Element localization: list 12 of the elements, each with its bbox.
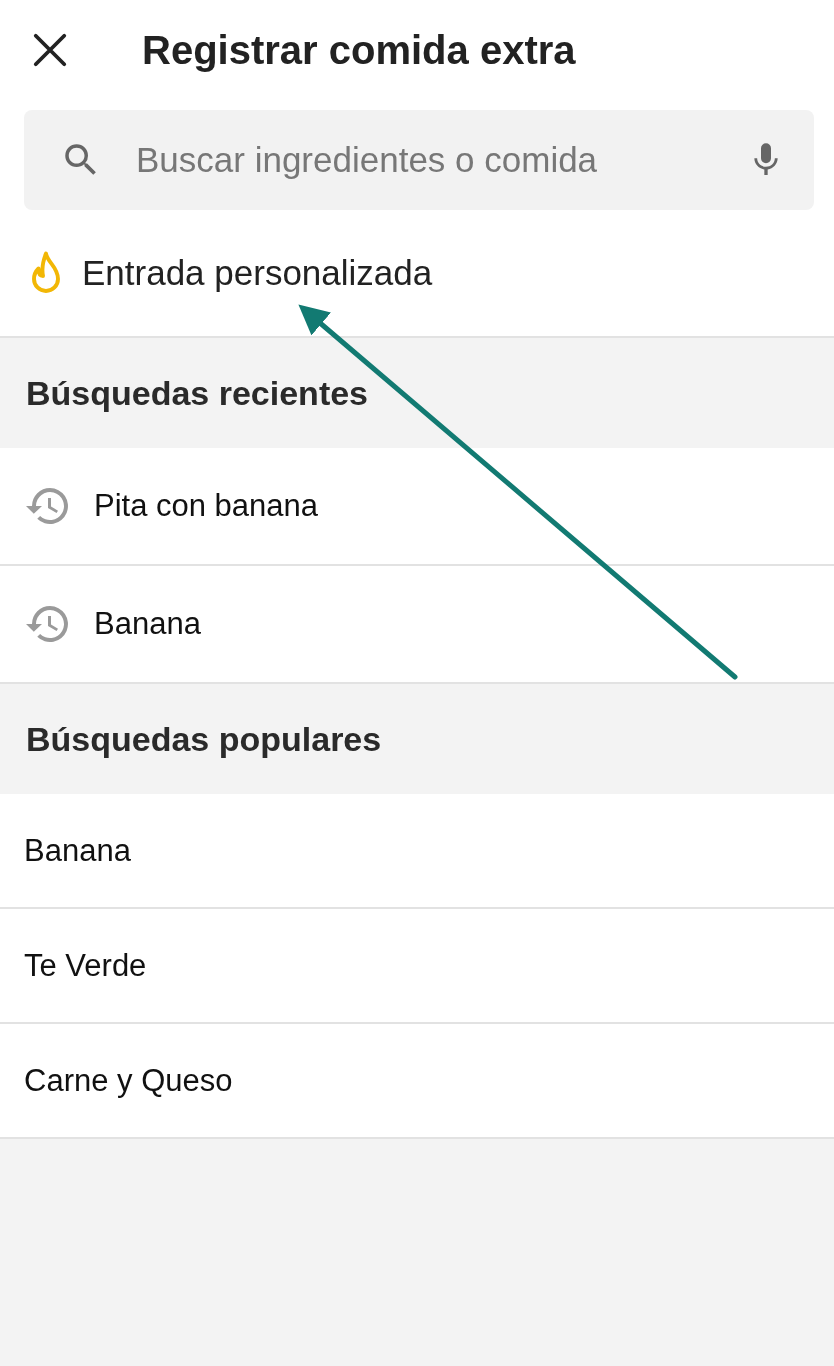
close-icon — [31, 31, 69, 69]
section-title: Búsquedas recientes — [26, 373, 369, 413]
popular-search-item[interactable]: Banana — [0, 794, 834, 909]
custom-entry-label: Entrada personalizada — [82, 253, 433, 293]
search-field[interactable]: Buscar ingredientes o comida — [134, 139, 714, 181]
popular-search-item[interactable]: Carne y Queso — [0, 1024, 834, 1139]
section-title: Búsquedas populares — [26, 719, 382, 759]
recent-search-item[interactable]: Banana — [0, 566, 834, 684]
popular-search-item[interactable]: Te Verde — [0, 909, 834, 1024]
search-bar[interactable]: Buscar ingredientes o comida — [24, 110, 814, 210]
page-title: Registrar comida extra — [142, 27, 576, 73]
recent-search-item[interactable]: Pita con banana — [0, 448, 834, 566]
